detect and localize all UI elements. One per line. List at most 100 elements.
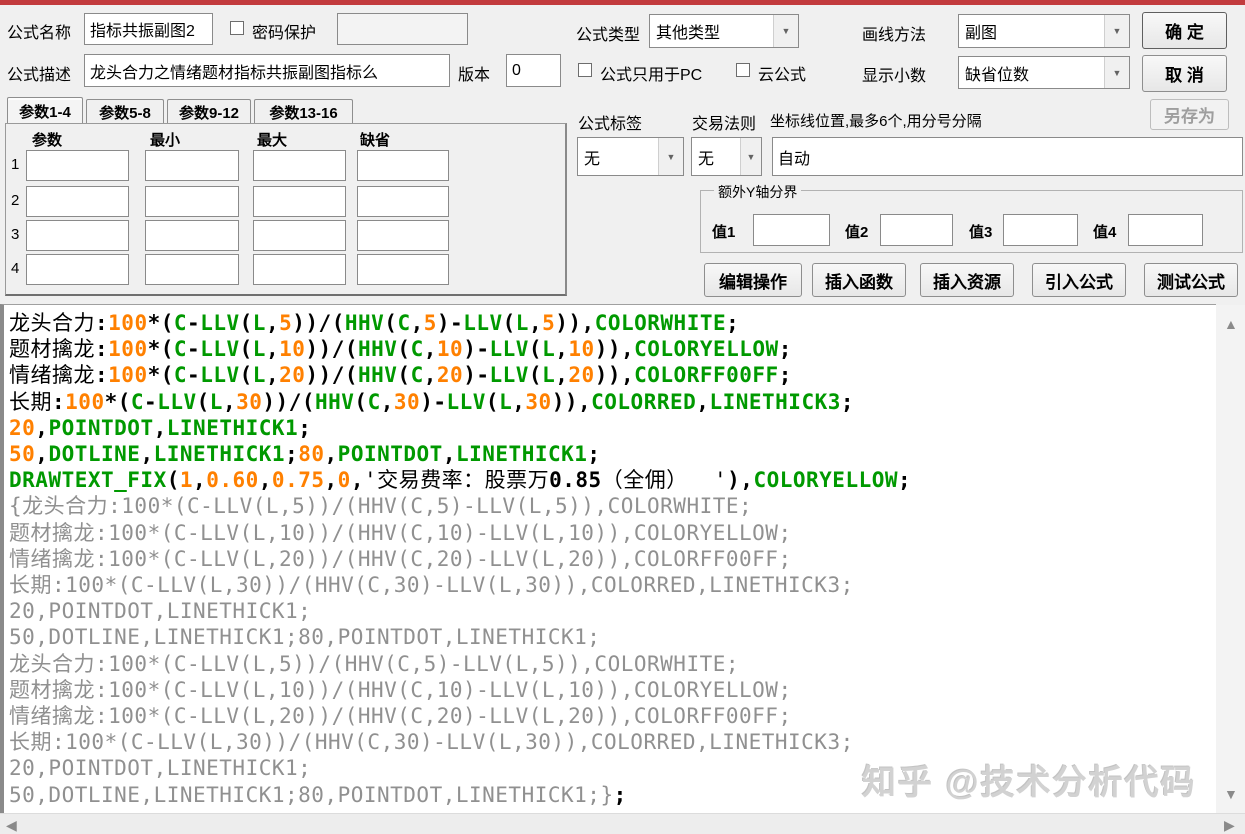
code-line: 20,POINTDOT,LINETHICK1; [9, 599, 312, 624]
param-cell-input[interactable] [145, 186, 239, 217]
formula-tag-label: 公式标签 [578, 116, 643, 133]
scroll-left-icon[interactable]: ◀ [6, 818, 17, 832]
code-line: 题材擒龙:100*(C-LLV(L,10))/(HHV(C,10)-LLV(L,… [9, 677, 792, 702]
param-cell-input[interactable] [145, 254, 239, 285]
code-line: 长期:100*(C-LLV(L,30))/(HHV(C,30)-LLV(L,30… [9, 573, 854, 598]
decimals-select[interactable]: 缺省位数 ▼ [958, 56, 1130, 89]
code-line: 情绪擒龙:100*(C-LLV(L,20))/(HHV(C,20)-LLV(L,… [9, 546, 792, 571]
trade-rule-label: 交易法则 [692, 116, 757, 133]
password-protect-label: 密码保护 [252, 25, 317, 42]
tab-params-13-16[interactable]: 参数13-16 [254, 99, 353, 124]
chevron-down-icon[interactable]: ▼ [773, 15, 798, 47]
code-line: 20,POINTDOT,LINETHICK1; [9, 415, 312, 440]
password-protect-checkbox[interactable] [230, 21, 244, 35]
extra-y-axis-group-label: 额外Y轴分界 [714, 182, 802, 202]
y-value-input[interactable] [753, 214, 830, 246]
param-cell-input[interactable] [145, 220, 239, 251]
decimals-label: 显示小数 [862, 68, 927, 85]
tab-params-5-8[interactable]: 参数5-8 [86, 99, 164, 124]
param-cell-input[interactable] [253, 150, 346, 181]
code-line: 题材擒龙:100*(C-LLV(L,10))/(HHV(C,10)-LLV(L,… [9, 337, 792, 362]
password-input[interactable] [337, 13, 468, 45]
param-cell-input[interactable] [26, 254, 129, 285]
gridline-position-label: 坐标线位置,最多6个,用分号分隔 [770, 113, 982, 130]
watermark: 知乎 @技术分析代码 [862, 764, 1197, 802]
version-input[interactable] [506, 54, 561, 87]
code-editor[interactable]: 龙头合力:100*(C-LLV(L,5))/(HHV(C,5)-LLV(L,5)… [0, 304, 1216, 813]
edit-operations-button[interactable]: 编辑操作 [704, 263, 802, 297]
insert-function-button[interactable]: 插入函数 [812, 263, 906, 297]
code-line: 龙头合力:100*(C-LLV(L,5))/(HHV(C,5)-LLV(L,5)… [9, 651, 740, 676]
version-label: 版本 [458, 67, 491, 84]
code-line: 长期:100*(C-LLV(L,30))/(HHV(C,30)-LLV(L,30… [9, 730, 854, 755]
draw-method-label: 画线方法 [862, 27, 927, 44]
scroll-up-icon[interactable]: ▲ [1224, 317, 1238, 331]
cloud-formula-checkbox[interactable] [736, 63, 750, 77]
param-cell-input[interactable] [253, 254, 346, 285]
formula-desc-label: 公式描述 [7, 67, 72, 84]
scroll-down-icon[interactable]: ▼ [1224, 787, 1238, 801]
formula-type-value: 其他类型 [656, 25, 721, 42]
formula-name-input[interactable] [84, 13, 213, 45]
param-col-header: 最大 [257, 132, 288, 149]
param-cell-input[interactable] [253, 186, 346, 217]
code-line: DRAWTEXT_FIX(1,0.60,0.75,0,'交易费率：股票万0.85… [9, 468, 912, 493]
param-row-label: 2 [11, 192, 20, 209]
code-line: 情绪擒龙:100*(C-LLV(L,20))/(HHV(C,20)-LLV(L,… [9, 363, 792, 388]
vertical-scrollbar[interactable]: ▲ ▼ [1216, 305, 1245, 813]
param-row-label: 1 [11, 156, 20, 173]
tab-params-9-12[interactable]: 参数9-12 [167, 99, 251, 124]
param-row-label: 4 [11, 260, 20, 277]
chevron-down-icon[interactable]: ▼ [740, 138, 761, 175]
pc-only-label: 公式只用于PC [600, 67, 703, 84]
chevron-down-icon[interactable]: ▼ [1104, 15, 1129, 47]
param-cell-input[interactable] [357, 186, 449, 217]
param-cell-input[interactable] [26, 220, 129, 251]
code-line: 50,DOTLINE,LINETHICK1;80,POINTDOT,LINETH… [9, 442, 601, 467]
import-formula-button[interactable]: 引入公式 [1032, 263, 1126, 297]
param-col-header: 最小 [150, 132, 181, 149]
code-line: {龙头合力:100*(C-LLV(L,5))/(HHV(C,5)-LLV(L,5… [9, 494, 753, 519]
draw-method-select[interactable]: 副图 ▼ [958, 14, 1130, 48]
save-as-button[interactable]: 另存为 [1150, 99, 1229, 130]
y-value-label: 值2 [845, 224, 869, 241]
pc-only-checkbox[interactable] [578, 63, 592, 77]
decimals-value: 缺省位数 [965, 66, 1030, 84]
y-value-input[interactable] [1128, 214, 1203, 246]
cancel-button[interactable]: 取 消 [1142, 55, 1227, 92]
param-cell-input[interactable] [357, 254, 449, 285]
y-value-label: 值1 [712, 224, 736, 241]
y-value-input[interactable] [1003, 214, 1078, 246]
code-line: 题材擒龙:100*(C-LLV(L,10))/(HHV(C,10)-LLV(L,… [9, 520, 792, 545]
formula-tag-value: 无 [584, 150, 601, 168]
param-cell-input[interactable] [357, 220, 449, 251]
param-cell-input[interactable] [253, 220, 346, 251]
chevron-down-icon[interactable]: ▼ [658, 138, 683, 175]
trade-rule-value: 无 [698, 150, 715, 168]
trade-rule-select[interactable]: 无 ▼ [691, 137, 762, 176]
param-cell-input[interactable] [26, 150, 129, 181]
code-line: 龙头合力:100*(C-LLV(L,5))/(HHV(C,5)-LLV(L,5)… [9, 311, 740, 335]
tab-params-1-4[interactable]: 参数1-4 [7, 97, 83, 124]
ok-button[interactable]: 确 定 [1142, 12, 1227, 49]
gridline-position-input[interactable] [772, 137, 1243, 176]
draw-method-value: 副图 [965, 25, 998, 42]
formula-tag-select[interactable]: 无 ▼ [577, 137, 684, 176]
test-formula-button[interactable]: 测试公式 [1144, 263, 1238, 297]
scroll-right-icon[interactable]: ▶ [1224, 818, 1235, 832]
formula-editor-dialog: 公式名称 密码保护 公式类型 其他类型 ▼ 画线方法 副图 ▼ 确 定 公式描述… [0, 0, 1245, 834]
param-col-header: 参数 [32, 132, 63, 149]
param-row-label: 3 [11, 226, 20, 243]
code-line: 长期:100*(C-LLV(L,30))/(HHV(C,30)-LLV(L,30… [9, 389, 855, 414]
formula-desc-input[interactable] [84, 54, 450, 87]
formula-type-select[interactable]: 其他类型 ▼ [649, 14, 799, 48]
param-cell-input[interactable] [357, 150, 449, 181]
chevron-down-icon[interactable]: ▼ [1104, 57, 1129, 88]
param-cell-input[interactable] [145, 150, 239, 181]
formula-type-label: 公式类型 [576, 27, 641, 44]
window-top-edge [0, 0, 1245, 5]
horizontal-scrollbar[interactable]: ◀ ▶ [0, 813, 1245, 834]
insert-resource-button[interactable]: 插入资源 [920, 263, 1014, 297]
param-cell-input[interactable] [26, 186, 129, 217]
y-value-input[interactable] [880, 214, 953, 246]
